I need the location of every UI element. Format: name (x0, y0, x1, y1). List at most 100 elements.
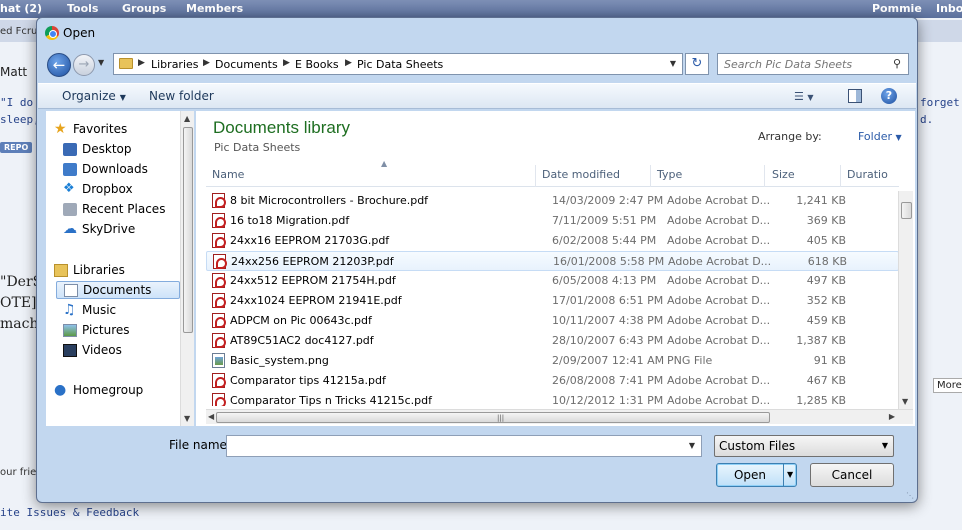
file-row[interactable]: 24xx1024 EEPROM 21941E.pdf 17/01/2008 6:5… (206, 291, 899, 311)
search-input[interactable] (718, 54, 886, 74)
breadcrumb-ebooks[interactable]: E Books (295, 58, 339, 71)
column-type[interactable]: Type (657, 168, 682, 181)
resize-grip-icon[interactable]: ⋱ (906, 491, 914, 500)
file-row[interactable]: 24xx16 EEPROM 21703G.pdf 6/02/2008 5:44 P… (206, 231, 899, 251)
nav-libraries-label: Libraries (73, 263, 125, 277)
chevron-down-icon[interactable]: ▼ (689, 441, 695, 450)
change-view-button[interactable]: ☰ ▼ (794, 90, 824, 104)
file-row[interactable]: AT89C51AC2 doc4127.pdf 28/10/2007 6:43 PM… (206, 331, 899, 351)
file-row[interactable]: 8 bit Microcontrollers - Brochure.pdf 14/… (206, 191, 899, 211)
arrange-by-dropdown[interactable]: Folder ▼ (858, 130, 902, 143)
file-name: 24xx1024 EEPROM 21941E.pdf (230, 294, 402, 307)
help-icon[interactable]: ? (881, 88, 897, 104)
address-bar[interactable]: ▶ Libraries ▶ Documents ▶ E Books ▶ Pic … (113, 53, 683, 75)
nav-scrollbar-thumb[interactable] (183, 127, 193, 333)
file-row-hovered[interactable]: 24xx256 EEPROM 21203P.pdf 16/01/2008 5:58… (206, 251, 899, 271)
scroll-down-arrow-icon[interactable]: ▼ (184, 414, 190, 423)
scroll-left-arrow-icon[interactable]: ◀ (208, 412, 214, 421)
chevron-right-icon[interactable]: ▶ (138, 58, 145, 68)
file-date: 17/01/2008 6:51 PM (552, 294, 664, 307)
open-options-dropdown[interactable]: ▼ (787, 470, 793, 479)
nav-recent-places-label: Recent Places (82, 202, 166, 216)
search-box[interactable]: ⚲ (717, 53, 909, 75)
file-row[interactable]: ADPCM on Pic 00643c.pdf 10/11/2007 4:38 P… (206, 311, 899, 331)
png-icon (212, 353, 225, 368)
folder-icon (119, 58, 133, 69)
file-name-label: File name: (169, 438, 231, 452)
file-type: Adobe Acrobat D... (667, 334, 771, 347)
file-row[interactable]: 24xx512 EEPROM 21754H.pdf 6/05/2008 4:13 … (206, 271, 899, 291)
chevron-right-icon[interactable]: ▶ (345, 58, 352, 68)
horizontal-scrollbar-thumb[interactable]: ||| (216, 412, 770, 423)
column-name[interactable]: Name (212, 168, 244, 181)
file-type-filter[interactable]: Custom Files ▼ (714, 435, 894, 457)
file-row[interactable]: Comparator tips 41215a.pdf 26/08/2008 7:4… (206, 371, 899, 391)
pdf-icon (212, 373, 226, 388)
scroll-down-arrow-icon[interactable]: ▼ (902, 397, 908, 406)
bg-members-tab[interactable]: Members (186, 2, 243, 15)
scroll-right-arrow-icon[interactable]: ▶ (889, 412, 895, 421)
nav-documents[interactable]: Documents (56, 281, 180, 299)
bg-inbox-tab[interactable]: Inbo (936, 2, 962, 15)
column-divider[interactable] (840, 165, 841, 187)
nav-scrollbar[interactable]: ▲ ▼ (180, 111, 194, 426)
bg-more-button[interactable]: More (933, 378, 962, 393)
bg-groups-tab[interactable]: Groups (122, 2, 166, 15)
column-divider[interactable] (764, 165, 765, 187)
file-list-horizontal-scrollbar[interactable]: ◀ ||| ▶ (206, 409, 913, 424)
breadcrumb-pic-data-sheets[interactable]: Pic Data Sheets (357, 58, 443, 71)
file-name-combobox[interactable]: ▼ (226, 435, 702, 457)
file-size: 618 KB (807, 255, 847, 268)
organize-menu[interactable]: Organize ▼ (62, 89, 126, 103)
bg-fragment: our frie (0, 467, 37, 478)
bg-fragment: ed Fcru (0, 26, 38, 37)
file-row[interactable]: Comparator Tips n Tricks 41215c.pdf 10/12… (206, 391, 899, 406)
chevron-down-icon[interactable]: ▼ (670, 59, 676, 68)
file-name-input[interactable] (227, 436, 677, 456)
file-size: 497 KB (806, 274, 846, 287)
breadcrumb-documents[interactable]: Documents (215, 58, 278, 71)
file-name: AT89C51AC2 doc4127.pdf (230, 334, 374, 347)
new-folder-button[interactable]: New folder (149, 89, 214, 103)
file-list: 8 bit Microcontrollers - Brochure.pdf 14/… (206, 191, 899, 406)
file-date: 14/03/2009 2:47 PM (552, 194, 664, 207)
column-size[interactable]: Size (772, 168, 795, 181)
bg-user-name[interactable]: Pommie (872, 2, 922, 15)
column-duration[interactable]: Duratio (847, 168, 888, 181)
open-button[interactable]: Open ▼ (716, 463, 797, 487)
file-list-vertical-scrollbar[interactable]: ▼ (898, 191, 913, 409)
file-row[interactable]: Basic_system.png 2/09/2007 12:41 AM PNG Fi… (206, 351, 899, 371)
star-icon: ★ (54, 121, 67, 137)
file-row[interactable]: 16 to18 Migration.pdf 7/11/2009 5:51 PM Ad… (206, 211, 899, 231)
nav-downloads-label: Downloads (82, 162, 148, 176)
file-date: 10/11/2007 4:38 PM (552, 314, 664, 327)
search-icon[interactable]: ⚲ (893, 57, 901, 70)
back-button[interactable]: ← (47, 53, 71, 77)
chevron-down-icon: ▼ (895, 133, 902, 142)
column-divider[interactable] (650, 165, 651, 187)
chevron-right-icon[interactable]: ▶ (283, 58, 290, 68)
file-size: 405 KB (806, 234, 846, 247)
file-size: 369 KB (806, 214, 846, 227)
bg-chat-tab[interactable]: hat (2) (0, 2, 42, 15)
cancel-button[interactable]: Cancel (810, 463, 894, 487)
preview-pane-button[interactable] (848, 89, 862, 103)
breadcrumb-libraries[interactable]: Libraries (151, 58, 199, 71)
bg-report-button[interactable]: REPO (0, 142, 33, 153)
vertical-scrollbar-thumb[interactable] (901, 202, 912, 219)
chevron-right-icon[interactable]: ▶ (203, 58, 210, 68)
file-type: Adobe Acrobat D... (667, 374, 771, 387)
documents-icon (64, 284, 78, 297)
recent-locations-dropdown[interactable]: ▼ (98, 58, 104, 67)
column-divider[interactable] (535, 165, 536, 187)
scroll-up-arrow-icon[interactable]: ▲ (184, 114, 190, 123)
bg-fragment: mach (0, 316, 39, 332)
bg-feedback-link[interactable]: ite Issues & Feedback (0, 506, 139, 519)
bg-tools-tab[interactable]: Tools (67, 2, 98, 15)
file-date: 26/08/2008 7:41 PM (552, 374, 664, 387)
refresh-button[interactable]: ↻ (685, 53, 709, 75)
forward-button[interactable]: → (73, 54, 95, 76)
nav-skydrive-label: SkyDrive (82, 222, 136, 236)
file-type: Adobe Acrobat D... (667, 194, 771, 207)
column-date-modified[interactable]: Date modified (542, 168, 620, 181)
